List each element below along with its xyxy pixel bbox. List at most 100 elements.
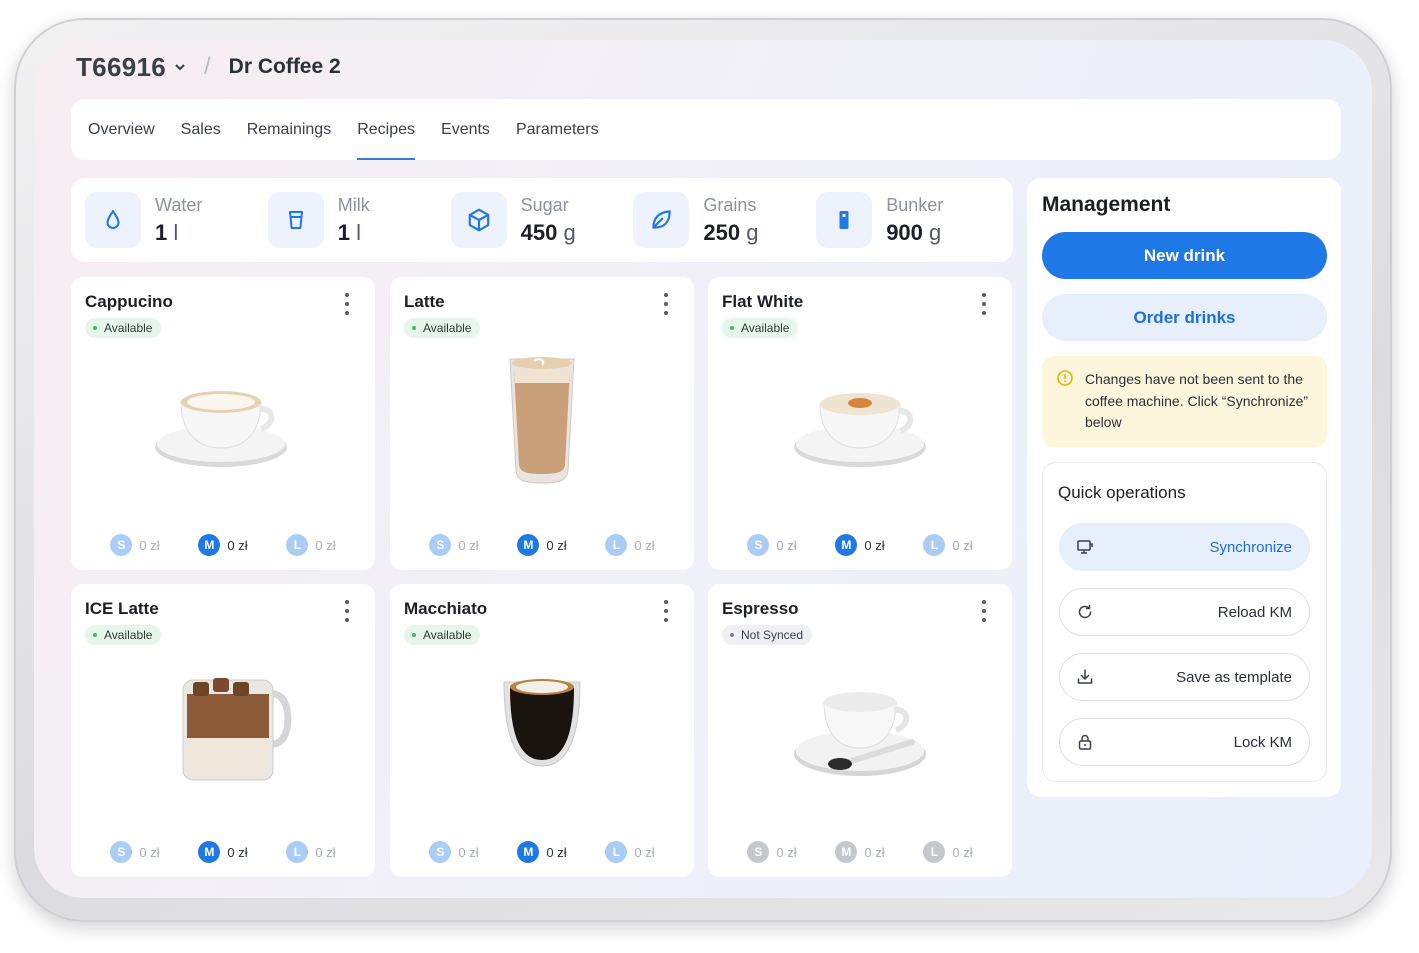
size-s[interactable]: S0 zł xyxy=(110,841,160,863)
tablet-frame: T66916 / Dr Coffee 2 Overview Sales Rema… xyxy=(14,18,1392,922)
management-panel: Management New drink Order drinks Change… xyxy=(1027,178,1341,797)
lock-km-button[interactable]: Lock KM xyxy=(1059,718,1310,766)
download-icon xyxy=(1077,669,1093,684)
water-drop-icon xyxy=(85,192,141,248)
size-prices: S0 zł M0 zł L0 zł xyxy=(71,534,375,556)
tab-parameters[interactable]: Parameters xyxy=(516,99,599,160)
more-options-icon[interactable] xyxy=(339,600,355,622)
more-options-icon[interactable] xyxy=(976,293,992,315)
more-options-icon[interactable] xyxy=(976,600,992,622)
size-m[interactable]: M0 zł xyxy=(198,841,248,863)
tab-bar: Overview Sales Remainings Recipes Events… xyxy=(71,99,1341,160)
quick-operations-title: Quick operations xyxy=(1058,483,1186,502)
warning-icon xyxy=(1057,370,1073,386)
tab-recipes[interactable]: Recipes xyxy=(357,99,415,160)
page-header: T66916 / Dr Coffee 2 xyxy=(76,52,341,82)
drink-card-macchiato[interactable]: Macchiato Available S0 zł M0 zł L0 zł xyxy=(390,584,694,877)
size-l[interactable]: L0 zł xyxy=(605,841,655,863)
stat-value: 250 g xyxy=(703,219,759,245)
drink-card-flat-white[interactable]: Flat White Available S0 zł M0 zł L0 zł xyxy=(708,277,1012,570)
cappucino-image xyxy=(155,391,287,467)
status-badge: Available xyxy=(404,318,481,338)
leaf-icon xyxy=(633,192,690,248)
save-as-template-button[interactable]: Save as template xyxy=(1059,653,1310,701)
order-drinks-button[interactable]: Order drinks xyxy=(1042,294,1327,341)
espresso-image xyxy=(794,692,926,776)
app-screen: T66916 / Dr Coffee 2 Overview Sales Rema… xyxy=(34,40,1372,898)
stat-label: Water xyxy=(155,194,203,215)
flat-white-image xyxy=(794,393,926,467)
drink-name: Espresso xyxy=(722,599,799,618)
stat-label: Sugar xyxy=(520,194,569,215)
sync-warning: Changes have not been sent to the coffee… xyxy=(1042,356,1327,447)
drink-name: ICE Latte xyxy=(85,599,159,618)
drink-card-ice-latte[interactable]: ICE Latte Available S0 zł M0 zł L0 zł xyxy=(71,584,375,877)
macchiato-image xyxy=(503,679,581,767)
stat-label: Grains xyxy=(703,194,757,215)
status-badge: Available xyxy=(85,318,162,338)
drink-card-latte[interactable]: Latte Available S0 zł M0 zł L0 zł xyxy=(390,277,694,570)
stat-value: 1 l xyxy=(337,219,362,245)
size-s[interactable]: S0 zł xyxy=(110,534,160,556)
chevron-down-icon[interactable] xyxy=(174,61,186,73)
size-prices: S0 zł M0 zł L0 zł xyxy=(708,841,1012,863)
stat-value: 450 g xyxy=(520,219,576,245)
size-m[interactable]: M0 zł xyxy=(517,534,567,556)
size-s[interactable]: S0 zł xyxy=(429,534,479,556)
reload-km-button[interactable]: Reload KM xyxy=(1059,588,1310,636)
drink-card-cappucino[interactable]: Cappucino Available S0 zł M0 zł L0 zł xyxy=(71,277,375,570)
size-m[interactable]: M0 zł xyxy=(835,534,885,556)
reload-icon xyxy=(1078,604,1092,619)
size-m[interactable]: M0 zł xyxy=(198,534,248,556)
ice-latte-image xyxy=(182,678,292,781)
size-prices: S0 zł M0 zł L0 zł xyxy=(708,534,1012,556)
size-prices: S0 zł M0 zł L0 zł xyxy=(71,841,375,863)
status-badge: Not Synced xyxy=(722,625,813,645)
size-l[interactable]: L0 zł xyxy=(923,534,973,556)
stat-label: Bunker xyxy=(886,194,944,215)
size-l[interactable]: L0 zł xyxy=(923,841,973,863)
more-options-icon[interactable] xyxy=(658,600,674,622)
stat-value: 900 g xyxy=(886,219,942,245)
drink-card-espresso[interactable]: Espresso Not Synced S0 zł M0 zł L0 zł xyxy=(708,584,1012,877)
size-s[interactable]: S0 zł xyxy=(747,534,797,556)
size-s[interactable]: S0 zł xyxy=(429,841,479,863)
stat-grains: Grains 250 g xyxy=(633,192,816,248)
stat-sugar: Sugar 450 g xyxy=(450,192,634,248)
tab-remainings[interactable]: Remainings xyxy=(247,99,331,160)
stat-milk: Milk 1 l xyxy=(267,192,451,248)
stat-bunker: Bunker 900 g xyxy=(816,192,999,248)
warning-text: Changes have not been sent to the coffee… xyxy=(1085,371,1309,430)
supplies-panel: Water 1 l Milk 1 l Sugar 450 g Grains 25… xyxy=(71,178,1013,262)
status-badge: Available xyxy=(404,625,481,645)
cube-icon xyxy=(450,192,507,248)
size-l[interactable]: L0 zł xyxy=(286,841,336,863)
tab-sales[interactable]: Sales xyxy=(181,99,221,160)
tab-overview[interactable]: Overview xyxy=(88,99,155,160)
size-prices: S0 zł M0 zł L0 zł xyxy=(390,534,694,556)
breadcrumb-separator: / xyxy=(203,53,211,80)
more-options-icon[interactable] xyxy=(658,293,674,315)
stat-label: Milk xyxy=(337,194,370,215)
quick-operations: Quick operations Synchronize Reload KM S… xyxy=(1042,462,1327,782)
status-badge: Available xyxy=(722,318,799,338)
new-drink-button[interactable]: New drink xyxy=(1042,232,1327,279)
bunker-icon xyxy=(816,192,873,248)
cup-icon xyxy=(267,192,324,248)
size-m[interactable]: M0 zł xyxy=(517,841,567,863)
size-l[interactable]: L0 zł xyxy=(286,534,336,556)
lock-icon xyxy=(1078,734,1092,750)
drink-name: Flat White xyxy=(722,292,804,311)
latte-image xyxy=(509,357,575,484)
size-l[interactable]: L0 zł xyxy=(605,534,655,556)
tab-events[interactable]: Events xyxy=(441,99,490,160)
management-title: Management xyxy=(1042,193,1171,216)
more-options-icon[interactable] xyxy=(339,293,355,315)
size-s[interactable]: S0 zł xyxy=(747,841,797,863)
monitor-sync-icon xyxy=(1077,540,1093,554)
machine-id[interactable]: T66916 xyxy=(76,52,166,83)
drink-name: Macchiato xyxy=(404,599,488,618)
drink-name: Cappucino xyxy=(85,292,173,311)
synchronize-button[interactable]: Synchronize xyxy=(1059,523,1310,571)
size-m[interactable]: M0 zł xyxy=(835,841,885,863)
